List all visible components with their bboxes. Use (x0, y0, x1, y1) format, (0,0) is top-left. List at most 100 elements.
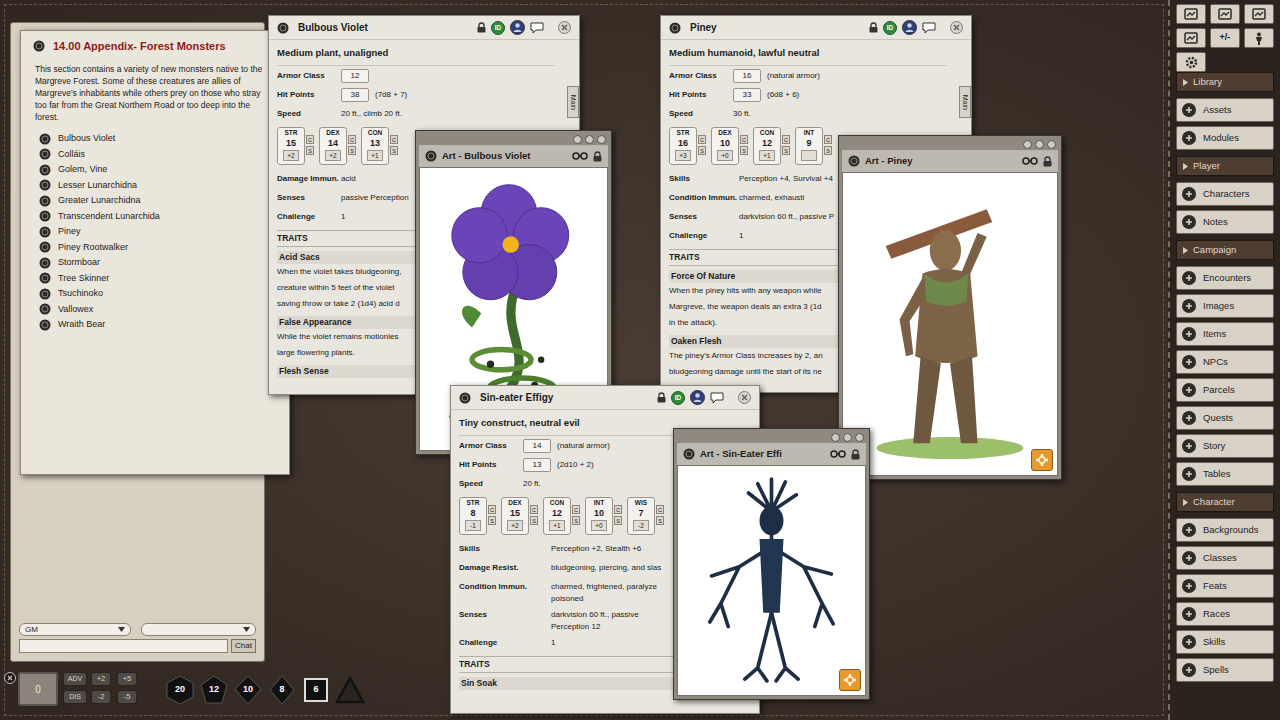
clear-icon[interactable] (4, 672, 16, 684)
close-icon[interactable] (738, 391, 751, 404)
tool-button[interactable] (1244, 28, 1274, 48)
menu-icon[interactable] (459, 392, 471, 404)
lock-icon[interactable] (851, 449, 860, 460)
ability-box[interactable]: CON13+1 (361, 127, 389, 165)
link-icon[interactable] (39, 288, 51, 300)
ability-box[interactable]: INT10+0 (585, 497, 613, 535)
die-button[interactable] (335, 675, 365, 705)
monster-link[interactable]: Piney Rootwalker (39, 240, 289, 256)
monster-link[interactable]: Transcendent Lunarchida (39, 209, 289, 225)
roll-button[interactable]: C (530, 505, 538, 514)
stat-value[interactable]: 12 (341, 69, 369, 83)
monster-link[interactable]: Tsuchinoko (39, 286, 289, 302)
section-header[interactable]: Campaign (1176, 240, 1274, 260)
die-button[interactable]: 8 (267, 675, 297, 705)
window-control-icon[interactable] (585, 135, 594, 144)
roll-button[interactable]: C (348, 135, 356, 144)
channel-dropdown[interactable] (141, 623, 256, 636)
art-window[interactable]: Art - Piney (838, 135, 1062, 480)
monster-link[interactable]: Vallowex (39, 302, 289, 318)
modifier-button[interactable]: -2 (91, 690, 111, 704)
menu-icon[interactable] (425, 150, 437, 162)
sidebar-item[interactable]: Backgrounds (1176, 518, 1274, 542)
die-button[interactable]: 12 (199, 675, 229, 705)
ability-box[interactable]: CON12+1 (753, 127, 781, 165)
roll-button[interactable]: C (740, 135, 748, 144)
identity-dropdown[interactable]: GM (19, 623, 131, 636)
roll-button[interactable]: C (390, 135, 398, 144)
share-icon[interactable] (572, 151, 588, 161)
stat-value[interactable]: 13 (523, 458, 551, 472)
section-header[interactable]: Player (1176, 156, 1274, 176)
sidebar-item[interactable]: Notes (1176, 210, 1274, 234)
menu-icon[interactable] (277, 22, 289, 34)
sidebar-item[interactable]: Images (1176, 294, 1274, 318)
art-header[interactable]: Art - Bulbous Violet (419, 145, 608, 167)
window-control-icon[interactable] (1035, 140, 1044, 149)
chat-icon[interactable] (922, 22, 936, 34)
window-control-icon[interactable] (855, 433, 864, 442)
ability-box[interactable]: STR16+3 (669, 127, 697, 165)
window-control-icon[interactable] (597, 135, 606, 144)
tool-button[interactable] (1176, 28, 1206, 48)
token-icon[interactable] (690, 390, 705, 405)
link-icon[interactable] (39, 257, 51, 269)
roll-button[interactable]: S (782, 146, 790, 155)
die-button[interactable]: 20 (165, 675, 195, 705)
sidebar-item[interactable]: Quests (1176, 406, 1274, 430)
chat-input[interactable] (19, 639, 228, 653)
menu-icon[interactable] (33, 40, 45, 52)
link-icon[interactable] (39, 319, 51, 331)
modifier-box[interactable]: 0 (18, 672, 58, 706)
ability-box[interactable]: WIS7-2 (627, 497, 655, 535)
menu-icon[interactable] (669, 22, 681, 34)
lock-icon[interactable] (869, 22, 878, 33)
id-badge[interactable]: ID (491, 21, 505, 35)
stat-value[interactable]: 14 (523, 439, 551, 453)
sidebar-item[interactable]: Story (1176, 434, 1274, 458)
sidebar-item[interactable]: Spells (1176, 658, 1274, 682)
ability-box[interactable]: CON12+1 (543, 497, 571, 535)
tool-button[interactable] (1176, 4, 1206, 24)
chat-icon[interactable] (710, 392, 724, 404)
modifier-button[interactable]: +2 (91, 672, 111, 686)
stat-value[interactable]: 33 (733, 88, 761, 102)
roll-button[interactable]: C (824, 135, 832, 144)
link-icon[interactable] (39, 148, 51, 160)
roll-button[interactable]: S (614, 516, 622, 525)
token-badge[interactable] (1031, 449, 1053, 471)
lock-icon[interactable] (593, 151, 602, 162)
options-button[interactable] (1176, 52, 1206, 72)
token-icon[interactable] (510, 20, 525, 35)
ability-box[interactable]: DEX15+2 (501, 497, 529, 535)
roll-button[interactable]: C (488, 505, 496, 514)
sidebar-item[interactable]: Skills (1176, 630, 1274, 654)
ability-box[interactable]: INT9 (795, 127, 823, 165)
sidebar-item[interactable]: NPCs (1176, 350, 1274, 374)
menu-icon[interactable] (683, 448, 695, 460)
window-control-icon[interactable] (573, 135, 582, 144)
die-button[interactable]: 10 (233, 675, 263, 705)
roll-button[interactable]: S (824, 146, 832, 155)
lock-icon[interactable] (1043, 156, 1052, 167)
art-header[interactable]: Art - Piney (842, 150, 1058, 172)
roll-button[interactable]: S (740, 146, 748, 155)
link-icon[interactable] (39, 195, 51, 207)
link-icon[interactable] (39, 272, 51, 284)
sidebar-item[interactable]: Items (1176, 322, 1274, 346)
roll-button[interactable]: S (698, 146, 706, 155)
roll-button[interactable]: S (306, 146, 314, 155)
window-header[interactable]: PineyID (661, 16, 971, 40)
window-control-icon[interactable] (831, 433, 840, 442)
close-icon[interactable] (950, 21, 963, 34)
close-icon[interactable] (558, 21, 571, 34)
section-header[interactable]: Library (1176, 72, 1274, 92)
roll-button[interactable]: S (348, 146, 356, 155)
sidebar-item[interactable]: Tables (1176, 462, 1274, 486)
die-button[interactable]: 6 (301, 675, 331, 705)
advantage-button[interactable]: ADV (63, 672, 87, 686)
roll-button[interactable]: C (614, 505, 622, 514)
monster-link[interactable]: Tree Skinner (39, 271, 289, 287)
chat-icon[interactable] (530, 22, 544, 34)
share-icon[interactable] (1022, 156, 1038, 166)
